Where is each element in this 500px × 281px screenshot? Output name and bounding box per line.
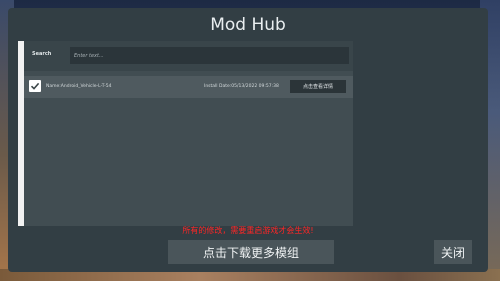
window-title: Mod Hub bbox=[210, 15, 286, 35]
close-button[interactable]: 关闭 bbox=[434, 240, 472, 264]
restart-notice: 所有的修改，需要重启游戏才会生效! bbox=[182, 226, 314, 235]
search-input[interactable] bbox=[70, 47, 349, 64]
list-item[interactable]: Name:Android_Vehicle-L-T-54 Install Date… bbox=[24, 76, 353, 98]
mod-list[interactable]: Search Name:Android_Vehicle-L-T-54 Insta… bbox=[18, 41, 353, 226]
mod-name: Name:Android_Vehicle-L-T-54 bbox=[46, 84, 112, 89]
mod-install-date: Install Date:05/13/2022 09:57:38 bbox=[204, 84, 279, 89]
search-label: Search bbox=[32, 51, 52, 57]
download-more-mods-button[interactable]: 点击下载更多模组 bbox=[168, 240, 334, 264]
view-details-button[interactable]: 点击查看详情 bbox=[290, 80, 346, 93]
checkmark-icon bbox=[30, 82, 40, 90]
mod-hub-panel: Mod Hub Search Name:Android_Vehicle-L-T-… bbox=[8, 8, 488, 272]
mod-enabled-checkbox[interactable] bbox=[29, 80, 41, 92]
search-row: Search bbox=[24, 41, 353, 71]
